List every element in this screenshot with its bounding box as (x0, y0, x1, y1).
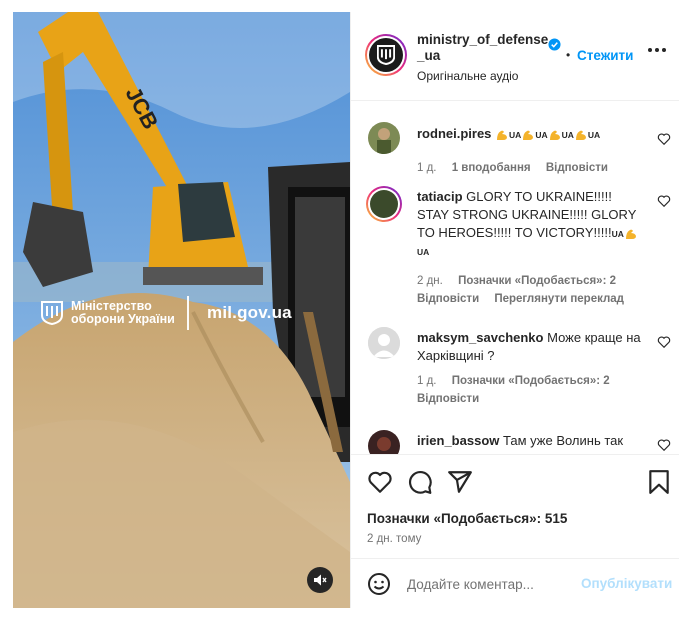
post-video[interactable]: JCB Міністерство оборони України mil.gov… (13, 12, 350, 608)
comment-username[interactable]: tatiacip (417, 189, 463, 204)
header-separator: • (566, 48, 571, 62)
speaker-muted-icon (314, 574, 327, 586)
comment-text: irien_bassow Там уже Волинь так (417, 432, 642, 450)
see-translation-button[interactable]: Переглянути переклад (494, 293, 624, 305)
post-details-panel: ministry_of_defense_ua • Стежити Оригіна… (350, 12, 679, 608)
flexed-biceps-icon (575, 130, 586, 140)
flexed-biceps-icon (523, 130, 534, 140)
heart-icon[interactable] (657, 438, 671, 452)
post-comment-button[interactable]: Опублікувати (581, 576, 672, 591)
heart-icon[interactable] (657, 335, 671, 349)
comment-likes[interactable]: 1 вподобання (452, 162, 531, 174)
commenter-avatar[interactable] (366, 186, 402, 222)
send-icon[interactable] (447, 469, 473, 495)
watermark: Міністерство оборони України mil.gov.ua (41, 288, 341, 338)
comment-time: 1 д. (417, 162, 437, 174)
reply-button[interactable]: Відповісти (417, 293, 479, 305)
watermark-url: mil.gov.ua (207, 303, 292, 322)
verified-badge-icon (548, 38, 561, 51)
commenter-avatar[interactable] (368, 122, 400, 154)
watermark-org-name: Міністерство оборони України (71, 299, 175, 326)
likes-count[interactable]: Позначки «Подобається»: 515 (367, 511, 567, 526)
mod-shield-icon (41, 301, 63, 325)
comment-time: 2 дн. (417, 275, 443, 287)
bookmark-icon[interactable] (646, 469, 672, 495)
post-header: ministry_of_defense_ua • Стежити Оригіна… (351, 12, 679, 101)
watermark-divider (187, 296, 189, 330)
comment-likes[interactable]: Позначки «Подобається»: 2 (458, 275, 616, 287)
more-options-icon[interactable] (648, 48, 666, 54)
flexed-biceps-icon (625, 229, 636, 239)
audio-label[interactable]: Оригінальне аудіо (417, 69, 518, 83)
author-avatar[interactable] (365, 34, 407, 76)
emoji-icon[interactable] (367, 572, 391, 596)
comments-list: rodnei.pires UA UA UA UA 1 д. 1 вподобання … (351, 102, 679, 454)
commenter-avatar[interactable] (368, 327, 400, 359)
comment-meta: 1 д. 1 вподобання Відповісти (417, 159, 642, 177)
comment-text: tatiacip GLORY TO UKRAINE!!!!! STAY STRO… (417, 189, 637, 258)
comment-text: rodnei.pires UA UA UA UA (417, 126, 601, 141)
comment-meta: 2 дн. Позначки «Подобається»: 2 Відповіс… (417, 272, 642, 308)
comment-likes[interactable]: Позначки «Подобається»: 2 (452, 375, 610, 387)
flexed-biceps-icon (549, 130, 560, 140)
comment-time: 1 д. (417, 375, 437, 387)
follow-button[interactable]: Стежити (577, 48, 633, 63)
comment-icon[interactable] (407, 469, 433, 495)
mod-shield-icon (377, 45, 395, 65)
author-username[interactable]: ministry_of_defense_ua (417, 32, 552, 64)
comment-input[interactable] (407, 573, 577, 595)
heart-icon[interactable] (367, 469, 393, 495)
comment-meta: 1 д. Позначки «Подобається»: 2 Відповіст… (417, 372, 642, 408)
comment-username[interactable]: maksym_savchenko (417, 330, 543, 345)
reply-button[interactable]: Відповісти (417, 393, 479, 405)
post-timestamp: 2 дн. тому (367, 533, 422, 545)
mute-button[interactable] (307, 567, 333, 593)
comment-text: maksym_savchenko Може краще на Харківщин… (417, 329, 642, 365)
flexed-biceps-icon (497, 130, 508, 140)
heart-icon[interactable] (657, 132, 671, 146)
post-actions: Позначки «Подобається»: 515 2 дн. тому (351, 454, 679, 562)
add-comment-bar: Опублікувати (351, 558, 679, 608)
reply-button[interactable]: Відповісти (546, 162, 608, 174)
default-avatar-icon (368, 327, 400, 359)
comment-username[interactable]: rodnei.pires (417, 126, 491, 141)
comment-body: Там уже Волинь так (503, 433, 624, 448)
heart-icon[interactable] (657, 194, 671, 208)
comment-username[interactable]: irien_bassow (417, 433, 499, 448)
commenter-avatar[interactable] (368, 430, 400, 454)
